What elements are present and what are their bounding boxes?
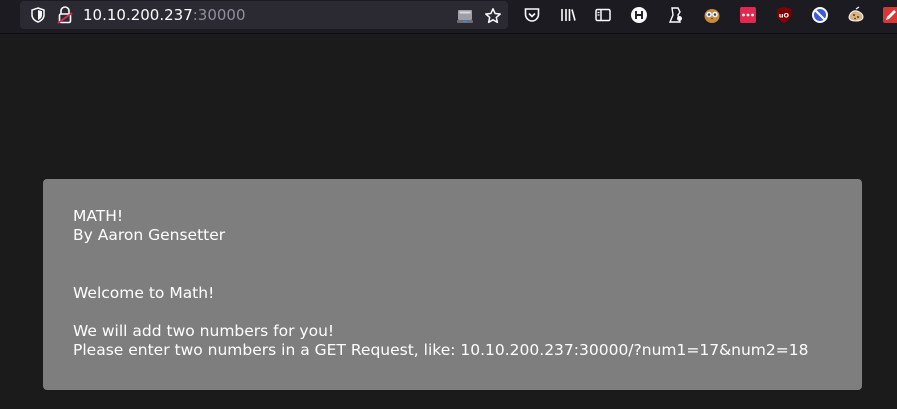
ublock-icon[interactable]: uO bbox=[775, 6, 793, 24]
dots-extension-icon[interactable] bbox=[739, 6, 757, 24]
h-extension-icon[interactable] bbox=[630, 6, 648, 24]
library-icon[interactable] bbox=[559, 6, 577, 24]
url-bar[interactable]: 10.10.200.237:30000 bbox=[20, 1, 508, 29]
sidebar-icon[interactable] bbox=[594, 6, 612, 24]
math-card: MATH! By Aaron Gensetter Welcome to Math… bbox=[43, 179, 862, 390]
shield-icon[interactable] bbox=[30, 7, 46, 23]
page-body: MATH! By Aaron Gensetter Welcome to Math… bbox=[0, 35, 897, 409]
instructions-line-1: We will add two numbers for you! bbox=[73, 322, 335, 340]
instructions-line-2: Please enter two numbers in a GET Reques… bbox=[73, 341, 809, 359]
reader-view-icon[interactable] bbox=[456, 7, 474, 25]
svg-text:uO: uO bbox=[779, 12, 790, 20]
url-text[interactable]: 10.10.200.237:30000 bbox=[83, 6, 246, 24]
pen-extension-icon[interactable] bbox=[882, 6, 897, 24]
welcome-text: Welcome to Math! bbox=[73, 284, 215, 302]
profile-icon[interactable] bbox=[667, 6, 685, 24]
pocket-icon[interactable] bbox=[523, 6, 541, 24]
cookie-icon[interactable] bbox=[847, 6, 865, 24]
owl-extension-icon[interactable] bbox=[703, 6, 721, 24]
card-author: By Aaron Gensetter bbox=[73, 226, 226, 244]
lock-icon[interactable] bbox=[57, 6, 73, 24]
bookmark-star-icon[interactable] bbox=[484, 7, 502, 25]
blocker-icon[interactable] bbox=[811, 6, 829, 24]
card-title: MATH! bbox=[73, 207, 124, 225]
url-host: 10.10.200.237 bbox=[83, 6, 193, 24]
browser-toolbar: 10.10.200.237:30000 uO bbox=[0, 0, 897, 34]
url-port: :30000 bbox=[192, 6, 246, 24]
